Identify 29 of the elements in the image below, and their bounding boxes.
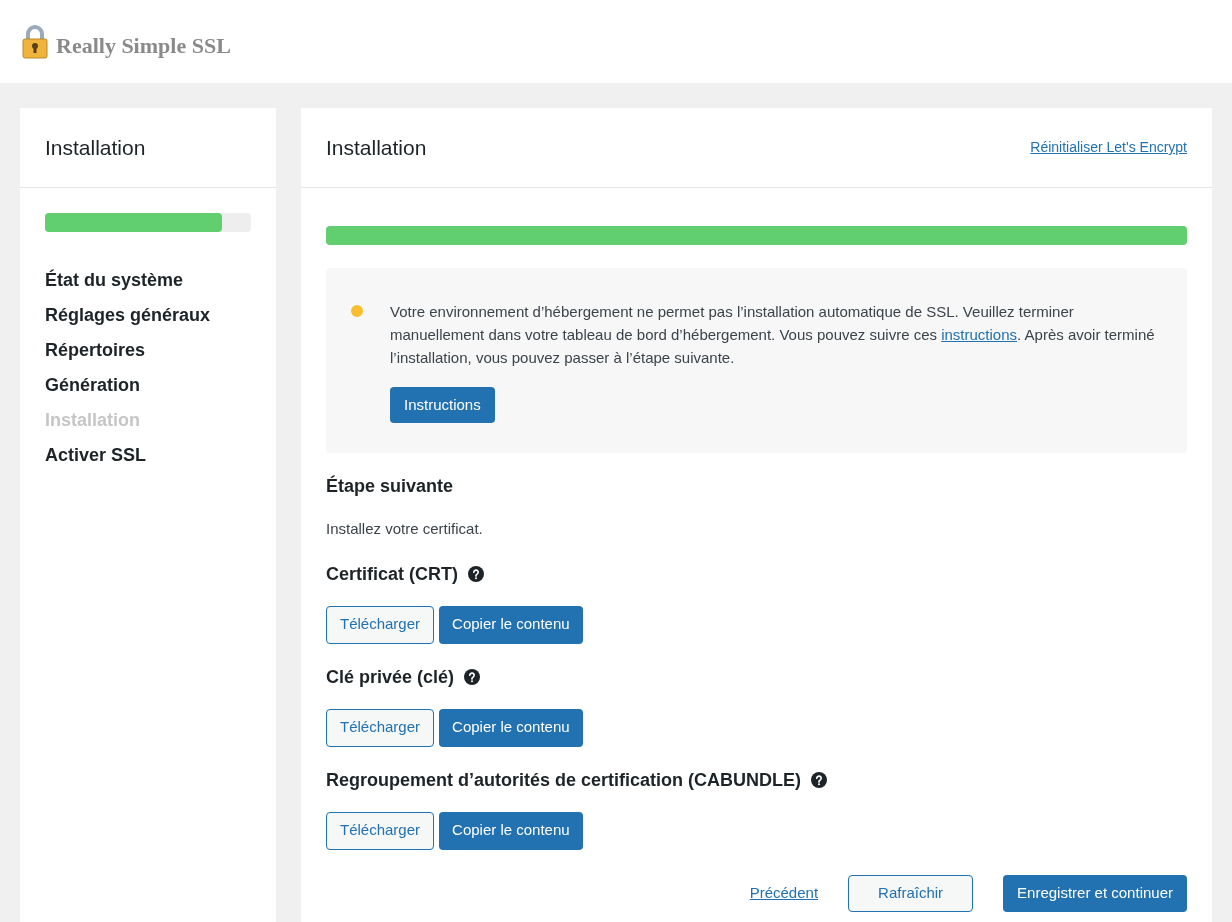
sidebar-title: Installation [45,134,146,161]
download-button[interactable]: Télécharger [326,708,435,747]
step-link[interactable]: Génération [45,373,251,397]
instructions-button[interactable]: Instructions [390,387,495,423]
copy-button[interactable]: Copier le contenu [439,811,583,850]
save-button[interactable]: Enregistrer et continuer [1003,874,1187,912]
previous-link[interactable]: Précédent [749,881,819,905]
download-button[interactable]: Télécharger [326,811,435,850]
section-title: Étape suivante [326,474,455,498]
reset-link[interactable]: Réinitialiser Let's Encrypt [1030,137,1187,158]
file-label: Clé privée (clé) [326,665,455,689]
logo-text: Really Simple SSL [56,32,231,60]
download-button[interactable]: Télécharger [326,605,435,644]
panel-title: Installation [326,134,427,161]
section-description: Installez votre certificat. [326,519,484,539]
notice-text: Votre environnement d’hébergement ne permet pas l’installation automatique de SSL. Veuillez terminer manuellement dans votre tableau de bord d’hébergement. Vous pouvez suivre ces instructions. Après avoir terminé l’installation, vous pouvez passer à l’étape suivante. [390,302,1156,368]
help-icon[interactable] [811,772,828,788]
copy-button[interactable]: Copier le contenu [439,605,583,644]
step-link[interactable]: État du système [45,268,251,292]
file-label: Certificat (CRT) [326,562,458,586]
help-icon[interactable] [468,566,484,582]
step-link[interactable]: Réglages généraux [45,303,251,327]
step-link[interactable]: Répertoires [45,338,251,362]
file-label: Regroupement d’autorités de certification (CABUNDLE) [326,768,802,792]
padlock-icon [22,24,48,59]
refresh-button[interactable]: Rafraîchir [848,874,974,912]
help-icon[interactable] [464,669,481,685]
copy-button[interactable]: Copier le contenu [439,708,583,747]
step-link[interactable]: Activer SSL [45,443,251,467]
